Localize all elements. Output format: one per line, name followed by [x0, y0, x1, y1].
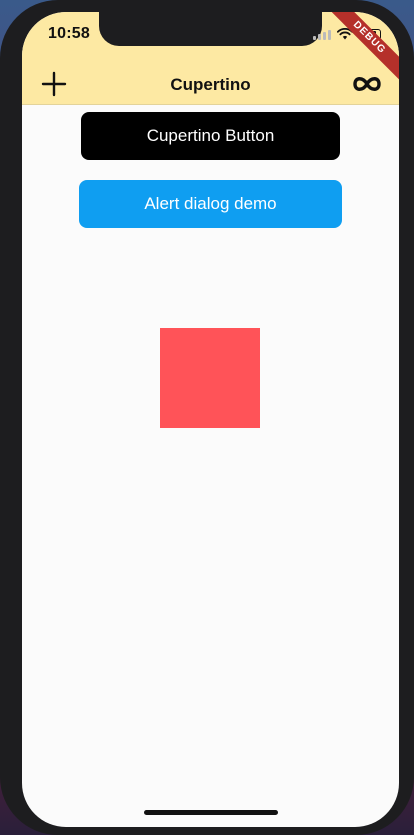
- notch: [99, 12, 322, 46]
- infinity-icon: [353, 77, 381, 91]
- home-indicator[interactable]: [144, 810, 278, 815]
- phone-frame: 10:58 DEBUG Cupertino Cupertino Button A…: [0, 0, 414, 835]
- red-square: [160, 328, 260, 428]
- alert-dialog-button[interactable]: Alert dialog demo: [79, 180, 342, 228]
- navigation-bar: 10:58 DEBUG Cupertino: [22, 12, 399, 105]
- screen: 10:58 DEBUG Cupertino Cupertino Button A…: [22, 12, 399, 827]
- page-title: Cupertino: [170, 75, 251, 94]
- status-time: 10:58: [48, 25, 90, 42]
- cupertino-button[interactable]: Cupertino Button: [81, 112, 340, 160]
- infinity-button[interactable]: [351, 72, 383, 96]
- signal-icon: [313, 29, 331, 40]
